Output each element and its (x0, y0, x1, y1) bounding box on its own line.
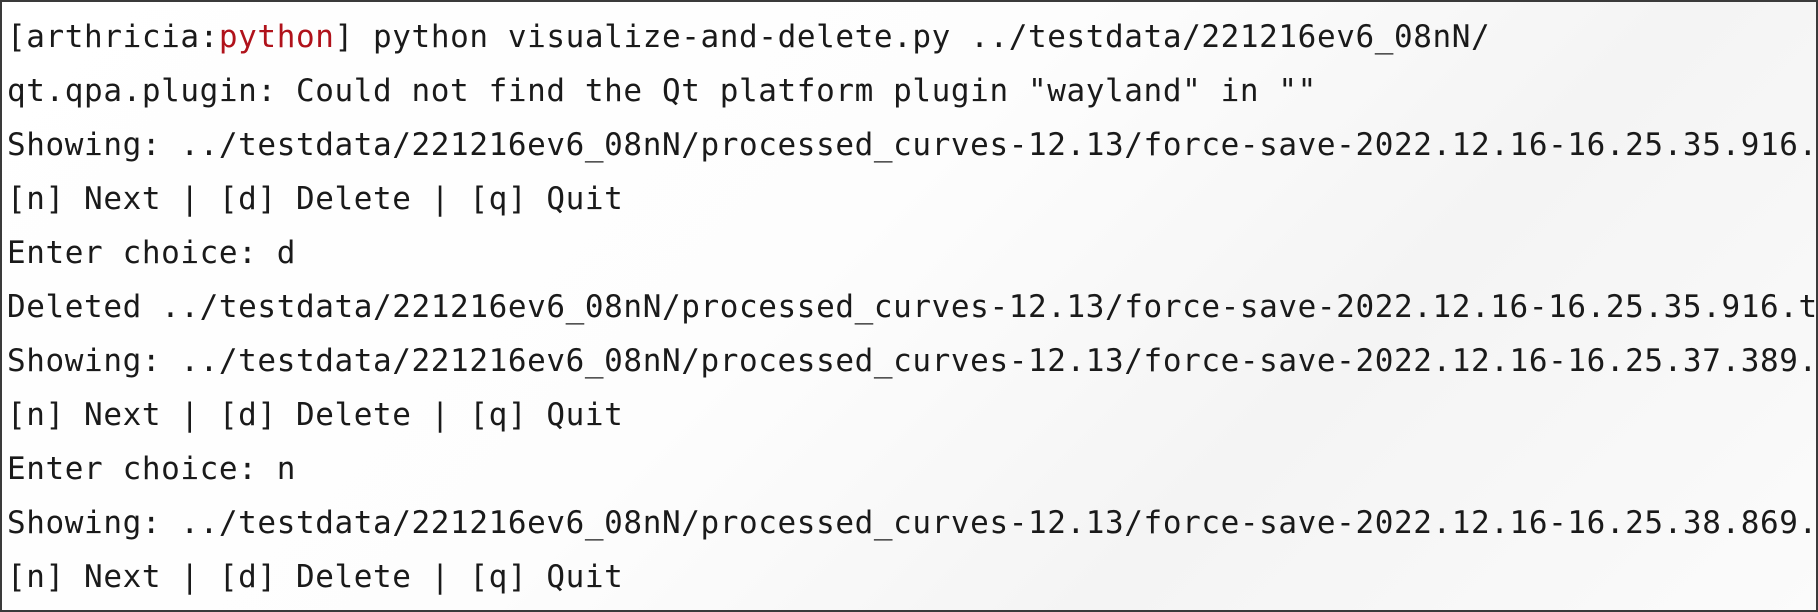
prompt-line: [arthricia:python] python visualize-and-… (7, 10, 1816, 64)
output-line: Showing: ../testdata/221216ev6_08nN/proc… (7, 505, 1818, 541)
prompt-host: arthricia: (26, 19, 219, 55)
prompt-env: python (218, 19, 335, 55)
output-line: qt.qpa.plugin: Could not find the Qt pla… (7, 73, 1317, 109)
output-line: Showing: ../testdata/221216ev6_08nN/proc… (7, 127, 1818, 163)
output-line: Enter choice: d (7, 235, 296, 271)
output-line: Deleted ../testdata/221216ev6_08nN/proce… (7, 289, 1818, 325)
output-line: [n] Next | [d] Delete | [q] Quit (7, 397, 624, 433)
output-line: [n] Next | [d] Delete | [q] Quit (7, 559, 624, 595)
command-text: python visualize-and-delete.py ../testda… (353, 19, 1491, 55)
output-line: Enter choice: n (7, 451, 296, 487)
output-line: Showing: ../testdata/221216ev6_08nN/proc… (7, 343, 1818, 379)
output-line: [n] Next | [d] Delete | [q] Quit (7, 181, 624, 217)
prompt-open-bracket: [ (7, 19, 27, 55)
terminal-output: [arthricia:python] python visualize-and-… (7, 10, 1816, 604)
prompt-close-bracket: ] (334, 19, 354, 55)
terminal-window[interactable]: [arthricia:python] python visualize-and-… (0, 0, 1818, 612)
